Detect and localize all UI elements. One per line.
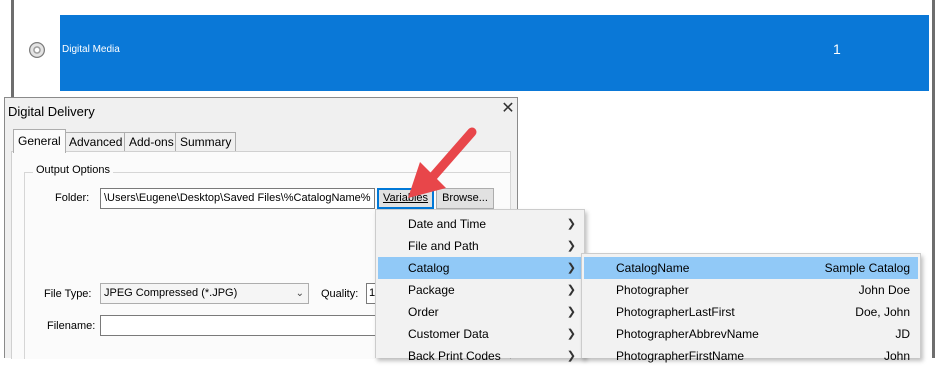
menu-item-file-and-path[interactable]: File and Path ❯ [378,235,582,257]
folder-input[interactable]: \Users\Eugene\Desktop\Saved Files\%Catal… [100,188,375,209]
chevron-right-icon: ❯ [566,218,576,230]
variables-menu: Date and Time ❯ File and Path ❯ Catalog … [375,209,585,363]
submenu-item-label: PhotographerLastFirst [616,305,735,319]
menu-item-label: Customer Data [408,327,489,341]
menu-item-package[interactable]: Package ❯ [378,279,582,301]
chevron-right-icon: ❯ [566,284,576,296]
menu-item-customer-data[interactable]: Customer Data ❯ [378,323,582,345]
chevron-right-icon: ❯ [566,262,576,274]
submenu-item-label: PhotographerAbbrevName [616,327,759,341]
chevron-down-icon: ⌄ [295,288,304,299]
list-row-digital-media[interactable] [60,15,929,91]
submenu-item-photographerfirstname[interactable]: PhotographerFirstName John [584,345,918,367]
submenu-item-value: Sample Catalog [824,261,910,275]
file-type-label: File Type: [44,288,92,300]
tab-advanced[interactable]: Advanced [64,132,128,151]
list-row-count: 1 [833,41,841,57]
submenu-item-value: JD [895,327,910,341]
submenu-item-value: Doe, John [855,305,910,319]
menu-item-label: Back Print Codes [408,349,501,363]
close-icon[interactable]: ✕ [498,99,518,119]
file-type-select[interactable]: JPEG Compressed (*.JPG) ⌄ [100,283,309,304]
submenu-item-label: PhotographerFirstName [616,349,745,363]
menu-item-label: File and Path [408,239,479,253]
filename-input[interactable] [100,315,376,336]
menu-item-label: Order [408,305,439,319]
submenu-item-value: John Doe [858,283,910,297]
list-row-label: Digital Media [62,44,120,55]
menu-item-date-and-time[interactable]: Date and Time ❯ [378,213,582,235]
chevron-right-icon: ❯ [566,240,576,252]
filename-label: Filename: [47,320,96,332]
submenu-item-catalogname[interactable]: CatalogName Sample Catalog [584,257,918,279]
list-window-right-border [932,0,935,358]
tab-add-ons[interactable]: Add-ons [124,132,179,151]
quality-label: Quality: [321,288,359,300]
tab-summary[interactable]: Summary [175,132,237,151]
list-window-top [14,0,932,14]
chevron-right-icon: ❯ [566,306,576,318]
menu-item-label: Date and Time [408,217,487,231]
menu-item-catalog[interactable]: Catalog ❯ [378,257,582,279]
catalog-submenu: CatalogName Sample Catalog Photographer … [581,253,921,363]
tab-general[interactable]: General [13,129,66,153]
output-options-legend: Output Options [33,164,113,176]
menu-item-back-print-codes[interactable]: Back Print Codes ❯ [378,345,582,367]
submenu-item-photographer[interactable]: Photographer John Doe [584,279,918,301]
menu-item-label: Package [408,283,455,297]
disc-icon [29,42,45,58]
menu-item-label: Catalog [408,261,450,275]
file-type-value: JPEG Compressed (*.JPG) [104,287,238,299]
dialog-title: Digital Delivery [8,104,95,119]
chevron-right-icon: ❯ [566,350,576,362]
menu-item-order[interactable]: Order ❯ [378,301,582,323]
submenu-item-value: John [883,349,910,363]
red-arrow-annotation [408,127,477,198]
submenu-item-label: CatalogName [616,261,690,275]
chevron-right-icon: ❯ [566,328,576,340]
submenu-item-label: Photographer [616,283,689,297]
submenu-item-photographerlastfirst[interactable]: PhotographerLastFirst Doe, John [584,301,918,323]
folder-label: Folder: [55,192,90,204]
submenu-item-photographerabbrevname[interactable]: PhotographerAbbrevName JD [584,323,918,345]
